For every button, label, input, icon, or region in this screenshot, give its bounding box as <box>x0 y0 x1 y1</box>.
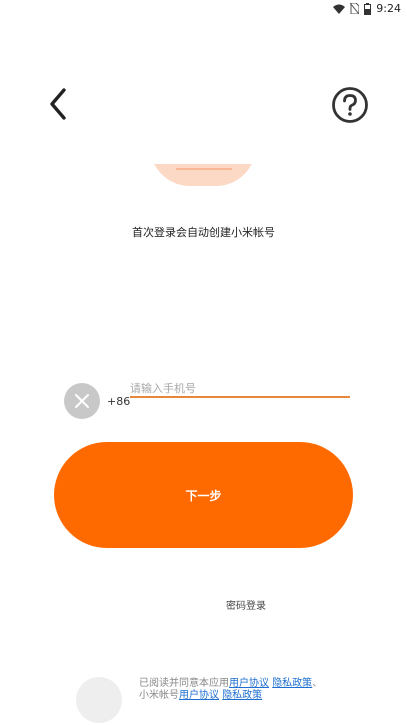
next-button[interactable]: 下一步 <box>54 442 353 548</box>
mi-user-agreement-link[interactable]: 用户协议 <box>179 690 219 701</box>
user-agreement-link[interactable]: 用户协议 <box>229 678 269 689</box>
clear-button[interactable] <box>64 383 100 419</box>
agreement-prefix: 已阅读并同意本应用 <box>139 678 229 689</box>
privacy-policy-link[interactable]: 隐私政策 <box>272 678 312 689</box>
phone-input[interactable] <box>130 380 350 398</box>
status-bar: 9:24 <box>0 0 407 18</box>
status-icons: 9:24 <box>333 2 401 15</box>
status-time: 9:24 <box>376 2 401 15</box>
no-sim-icon <box>350 3 360 14</box>
question-circle-icon <box>332 87 368 123</box>
agreement-text: 已阅读并同意本应用用户协议 隐私政策、小米帐号用户协议 隐私政策 <box>139 678 331 702</box>
country-code[interactable]: +86 <box>107 395 130 408</box>
password-login-link[interactable]: 密码登录 <box>226 597 266 612</box>
login-subtitle: 首次登录会自动创建小米帐号 <box>132 226 275 239</box>
chevron-left-icon <box>50 88 66 120</box>
wifi-icon <box>333 4 346 14</box>
logo-image <box>150 164 256 186</box>
mi-privacy-policy-link[interactable]: 隐私政策 <box>222 690 262 701</box>
agreement-checkbox[interactable] <box>76 677 122 723</box>
back-button[interactable] <box>42 86 74 122</box>
battery-icon <box>364 2 372 15</box>
help-button[interactable] <box>331 86 369 124</box>
close-icon <box>75 394 89 408</box>
